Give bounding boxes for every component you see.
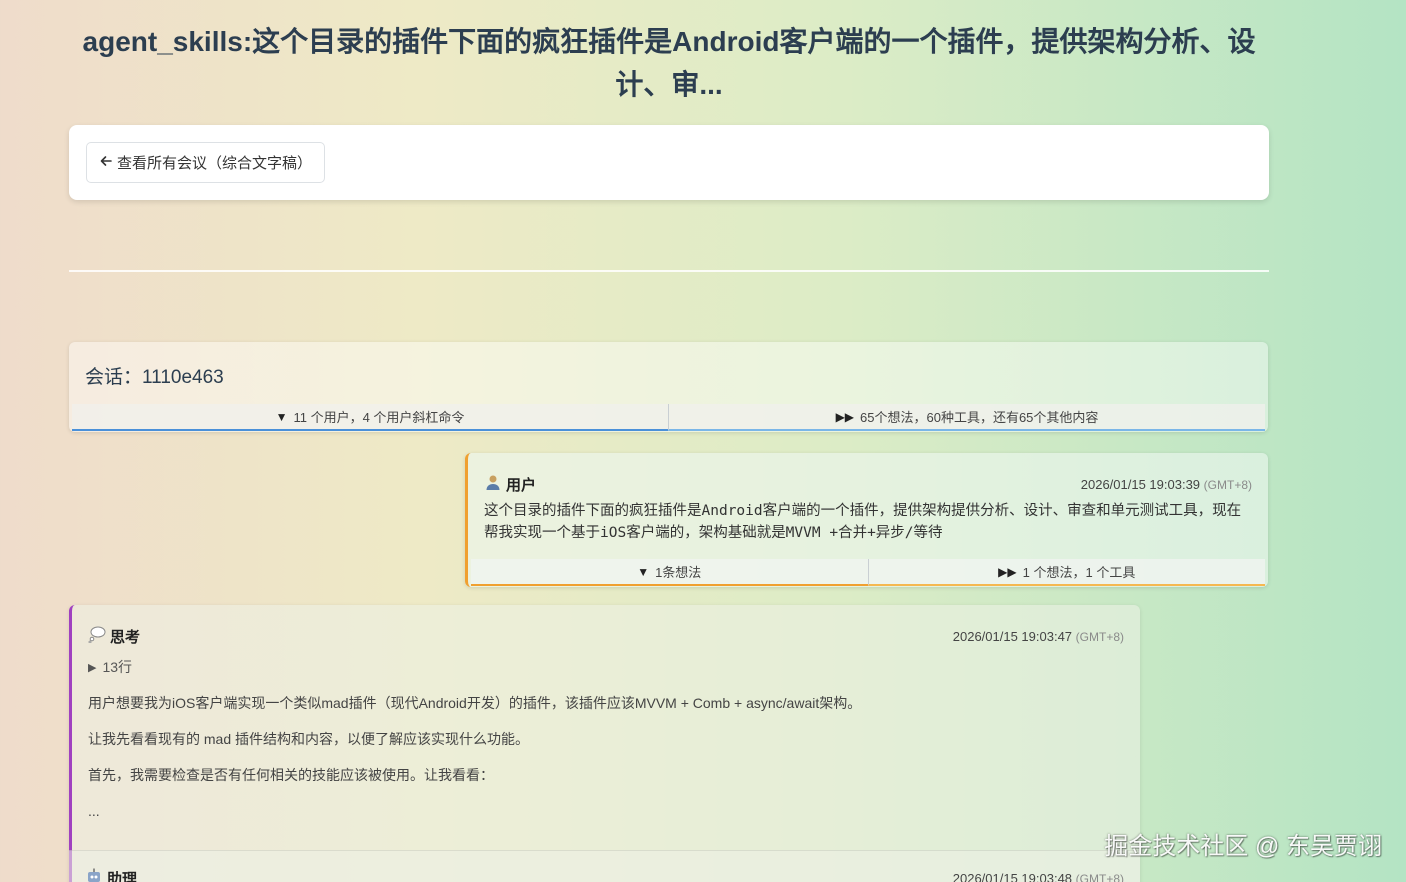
thinking-role: 思考 [88, 625, 140, 647]
thinking-time-zone: (GMT+8) [1075, 629, 1124, 644]
page-title: agent_skills:这个目录的插件下面的疯狂插件是Android客户端的一… [82, 26, 1256, 100]
robot-icon [85, 867, 103, 882]
fast-forward-icon: ▶▶ [998, 564, 1017, 579]
nav-card: 查看所有会议（综合文字稿） [69, 125, 1269, 200]
fast-forward-icon: ▶▶ [835, 409, 855, 424]
session-title: 会话：1110e463 [85, 367, 224, 388]
user-time-zone: (GMT+8) [1203, 477, 1252, 492]
assistant-time-value: 2026/01/15 19:03:48 [952, 870, 1073, 882]
user-toggle-thought[interactable]: ▼ 1条想法 [471, 559, 868, 586]
thought-bubble-icon [88, 625, 106, 647]
assistant-time: 2026/01/15 19:03:48 (GMT+8) [953, 871, 1124, 882]
user-message-card: 用户 2026/01/15 19:03:39 (GMT+8) 这个目录的插件下面… [465, 453, 1268, 587]
thinking-content: ▶ 13行 用户想要我为iOS客户端实现一个类似mad插件（现代Android开… [88, 657, 861, 839]
thinking-header: 思考 2026/01/15 19:03:47 (GMT+8) [88, 625, 1124, 647]
arrow-left-icon [99, 154, 113, 172]
user-role: 用户 [484, 473, 536, 495]
triangle-down-icon: ▼ [275, 409, 288, 424]
user-message-text: 这个目录的插件下面的疯狂插件是Android客户端的一个插件，提供架构提供分析、… [484, 503, 1242, 541]
thinking-message-card: 思考 2026/01/15 19:03:47 (GMT+8) ▶ 13行 用户想… [69, 605, 1140, 882]
thinking-time: 2026/01/15 19:03:47 (GMT+8) [953, 629, 1124, 644]
thinking-role-label: 思考 [110, 628, 141, 646]
session-card: 会话：1110e463 ▼ 11 个用户，4 个用户斜杠命令 ▶▶ 65个想法，… [69, 342, 1268, 432]
assistant-header: 助理 2026/01/15 19:03:48 (GMT+8) [85, 867, 1124, 882]
user-toggle-tools[interactable]: ▶▶ 1 个想法，1 个工具 [867, 559, 1265, 586]
user-toggle-row: ▼ 1条想法 ▶▶ 1 个想法，1 个工具 [471, 559, 1265, 586]
assistant-role-label: 助理 [107, 870, 138, 882]
user-toggle-tools-label: 1 个想法，1 个工具 [1022, 565, 1136, 580]
session-toggle-thoughts-label: 65个想法，60种工具，还有65个其他内容 [860, 410, 1099, 425]
user-role-label: 用户 [506, 476, 537, 494]
divider [69, 270, 1269, 272]
assistant-time-zone: (GMT+8) [1075, 871, 1124, 882]
user-toggle-thought-label: 1条想法 [655, 565, 702, 580]
view-all-sessions-label: 查看所有会议（综合文字稿） [117, 155, 313, 172]
thinking-expand-toggle[interactable]: ▶ 13行 [88, 657, 861, 677]
triangle-down-icon: ▼ [637, 564, 650, 579]
user-message-time: 2026/01/15 19:03:39 (GMT+8) [1081, 477, 1252, 492]
thinking-line: 首先，我需要检查是否有任何相关的技能应该被使用。让我看看： [88, 767, 494, 783]
session-toggle-thoughts[interactable]: ▶▶ 65个想法，60种工具，还有65个其他内容 [668, 404, 1265, 431]
assistant-role: 助理 [85, 867, 137, 882]
user-icon [484, 473, 502, 495]
session-toggle-users-label: 11 个用户，4 个用户斜杠命令 [293, 410, 465, 425]
user-time-value: 2026/01/15 19:03:39 [1080, 476, 1201, 492]
thinking-time-value: 2026/01/15 19:03:47 [952, 628, 1073, 644]
assistant-message-card: 助理 2026/01/15 19:03:48 (GMT+8) [69, 850, 1140, 882]
thinking-line-count: 13行 [102, 659, 133, 675]
session-toggle-users[interactable]: ▼ 11 个用户，4 个用户斜杠命令 [72, 404, 668, 431]
view-all-sessions-button[interactable]: 查看所有会议（综合文字稿） [86, 142, 326, 183]
session-toggle-row: ▼ 11 个用户，4 个用户斜杠命令 ▶▶ 65个想法，60种工具，还有65个其… [72, 404, 1265, 431]
thinking-line: 用户想要我为iOS客户端实现一个类似mad插件（现代Android开发）的插件，… [88, 695, 862, 711]
thinking-line: 让我先看看现有的 mad 插件结构和内容，以便了解应该实现什么功能。 [88, 731, 530, 747]
user-message-header: 用户 2026/01/15 19:03:39 (GMT+8) [484, 473, 1252, 495]
triangle-right-icon: ▶ [88, 661, 97, 674]
watermark: 掘金技术社区 @ 东吴贾诩 [1104, 833, 1382, 860]
thinking-line: ... [88, 803, 100, 819]
